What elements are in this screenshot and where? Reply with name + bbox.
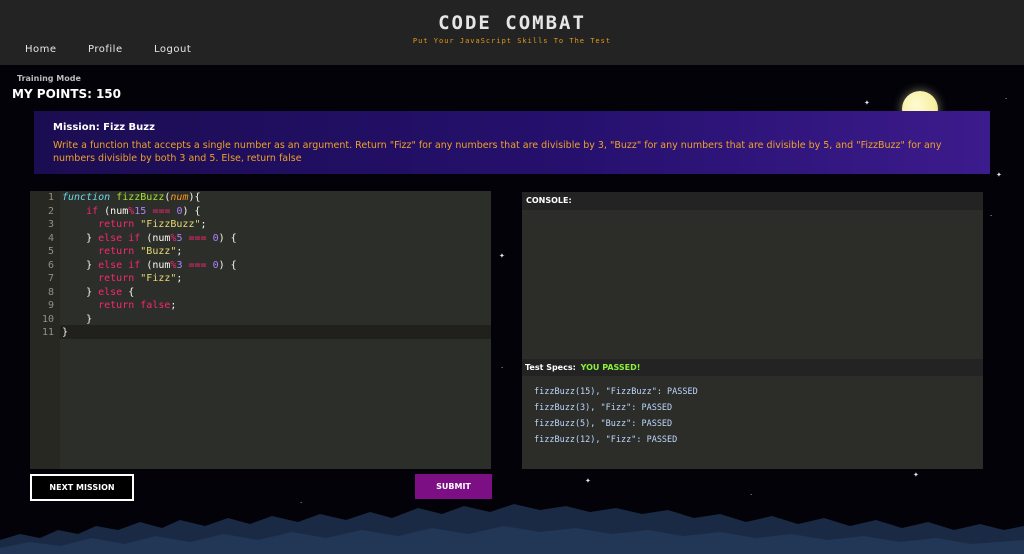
- cloud-silhouette: [0, 504, 1024, 554]
- star-icon: ·: [1005, 95, 1008, 103]
- line-number: 1: [47, 192, 54, 203]
- line-number: 10: [41, 313, 54, 325]
- test-spec-result: fizzBuzz(3), "Fizz": PASSED: [534, 403, 673, 413]
- test-spec-result: fizzBuzz(12), "Fizz": PASSED: [534, 435, 678, 445]
- star-icon: ✦: [913, 471, 919, 479]
- points-display: MY POINTS: 150: [12, 87, 121, 101]
- nav-logout[interactable]: Logout: [154, 44, 191, 55]
- star-icon: ·: [750, 491, 753, 499]
- star-icon: ✦: [585, 477, 591, 485]
- test-specs-status: YOU PASSED!: [580, 363, 641, 372]
- submit-button[interactable]: SUBMIT: [415, 474, 492, 499]
- code-line[interactable]: return "FizzBuzz";: [62, 219, 206, 230]
- line-number: 7: [47, 273, 54, 284]
- line-number: 3: [47, 219, 54, 230]
- training-mode-label: Training Mode: [17, 74, 81, 83]
- next-mission-button[interactable]: NEXT MISSION: [30, 474, 134, 501]
- code-line[interactable]: function fizzBuzz(num){: [62, 192, 201, 203]
- code-line[interactable]: } else if (num%5 === 0) {: [62, 233, 237, 244]
- star-icon: ✦: [864, 99, 870, 107]
- line-number: 5: [47, 246, 54, 257]
- line-number: 11: [41, 327, 54, 338]
- code-line[interactable]: } else if (num%3 === 0) {: [62, 260, 237, 271]
- test-specs-label: Test Specs: YOU PASSED!: [525, 363, 640, 372]
- line-number: 9: [47, 300, 54, 311]
- star-icon: ·: [501, 364, 504, 372]
- nav-profile[interactable]: Profile: [88, 44, 123, 55]
- line-number: 8: [47, 286, 54, 298]
- console-panel: CONSOLE: Test Specs: YOU PASSED! fizzBuz…: [522, 192, 983, 469]
- console-label: CONSOLE:: [526, 196, 572, 205]
- mission-title: Mission: Fizz Buzz: [53, 122, 155, 133]
- code-line[interactable]: return "Fizz";: [62, 273, 182, 284]
- test-spec-result: fizzBuzz(15), "FizzBuzz": PASSED: [534, 387, 698, 397]
- star-icon: ✦: [499, 252, 505, 260]
- line-number: 6: [47, 259, 54, 271]
- code-line[interactable]: }: [62, 314, 92, 325]
- code-line[interactable]: if (num%15 === 0) {: [62, 206, 200, 217]
- line-number: 2: [47, 205, 54, 217]
- test-spec-result: fizzBuzz(5), "Buzz": PASSED: [534, 419, 673, 429]
- site-logo: CODE COMBAT: [438, 12, 586, 34]
- code-editor[interactable]: 1 2 3 4 5 6 7 8 9 10 11 function fizzBuzz(num){ if…: [30, 191, 491, 469]
- points-label: MY POINTS:: [12, 87, 92, 101]
- mission-description: Write a function that accepts a single n…: [53, 140, 942, 164]
- console-header: CONSOLE:: [522, 192, 983, 210]
- code-line[interactable]: }: [62, 327, 68, 338]
- editor-active-line: [60, 325, 491, 339]
- nav-home[interactable]: Home: [25, 44, 57, 55]
- test-specs-title: Test Specs:: [525, 363, 576, 372]
- test-specs-header: Test Specs: YOU PASSED!: [522, 359, 983, 376]
- star-icon: ✦: [996, 171, 1002, 179]
- code-line[interactable]: } else {: [62, 287, 134, 298]
- points-value: 150: [95, 87, 122, 101]
- code-line[interactable]: return false;: [62, 300, 176, 311]
- line-number: 4: [47, 232, 54, 244]
- code-line[interactable]: return "Buzz";: [62, 246, 182, 257]
- top-bar: CODE COMBAT Put Your JavaScript Skills T…: [0, 0, 1024, 65]
- mission-panel: Mission: Fizz Buzz Write a function that…: [34, 111, 990, 174]
- star-icon: ·: [990, 212, 993, 220]
